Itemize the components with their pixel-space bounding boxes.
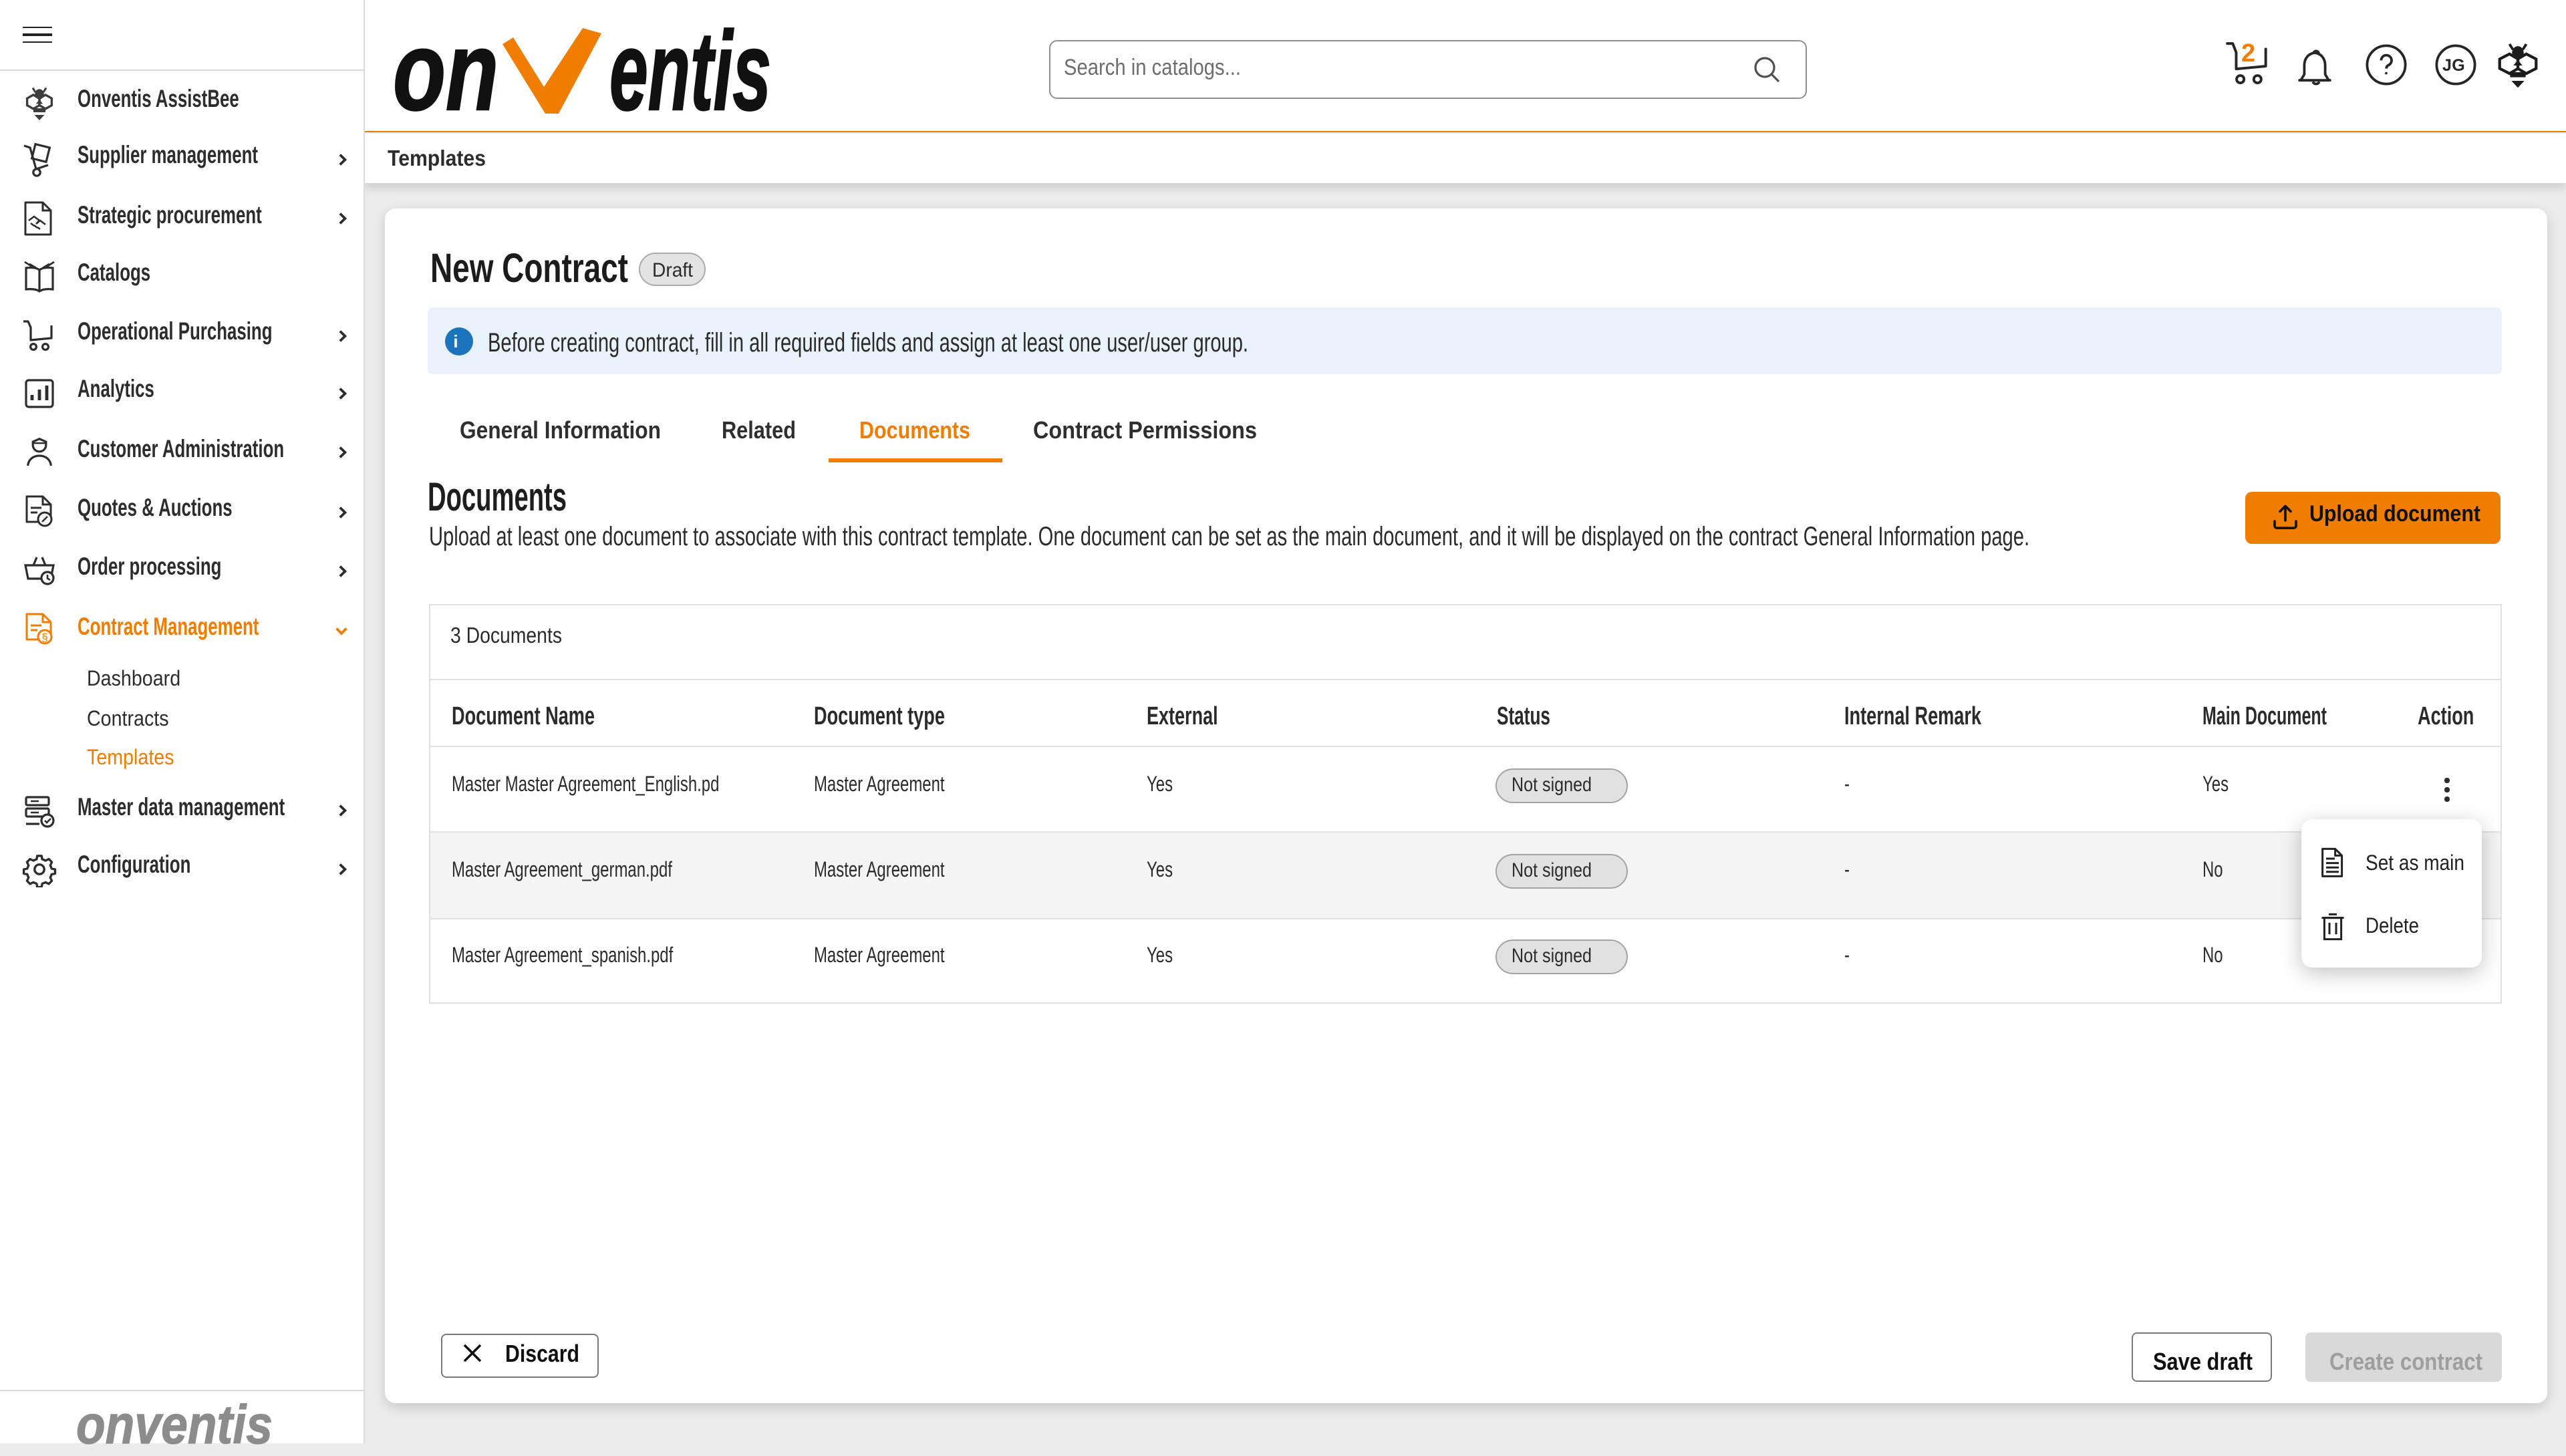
svg-text:§: § — [41, 631, 47, 644]
